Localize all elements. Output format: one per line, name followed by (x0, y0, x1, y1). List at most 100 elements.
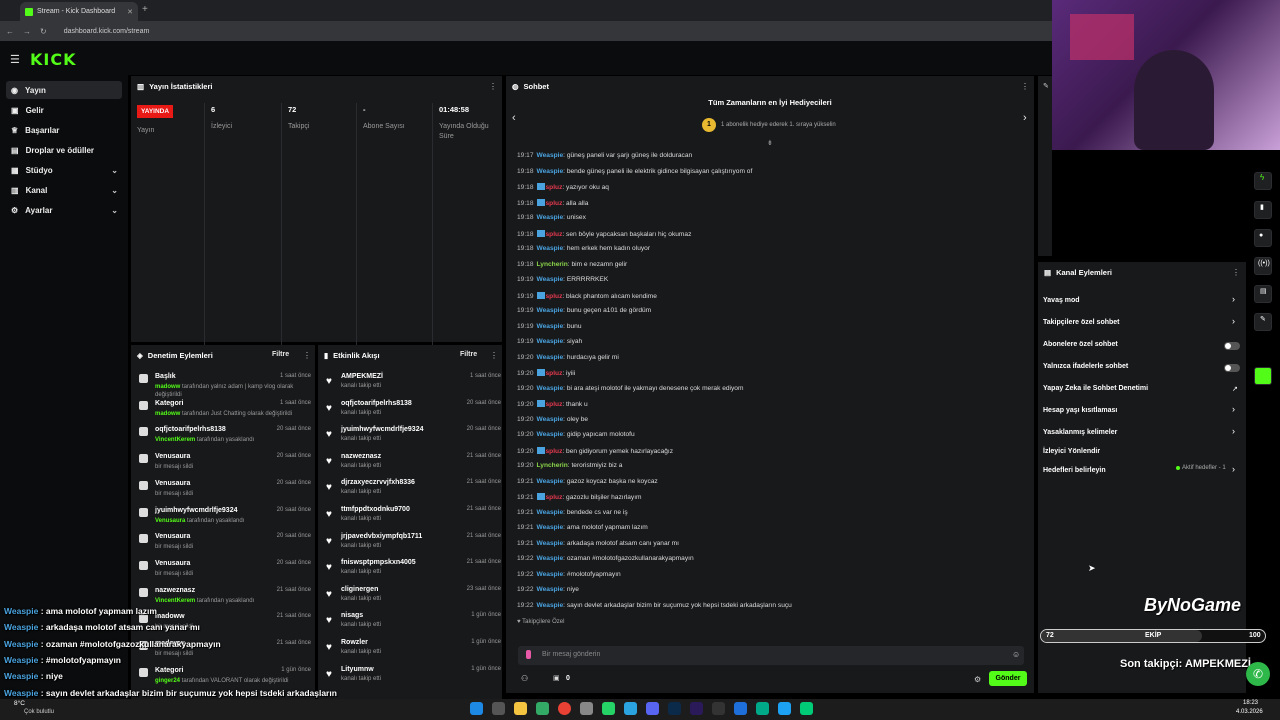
chat-username[interactable]: Weaspie (537, 524, 564, 531)
tool-wrench-button[interactable]: ✎ (1254, 313, 1272, 331)
vpn-icon[interactable] (756, 702, 769, 715)
forward-icon[interactable]: → (23, 27, 31, 36)
tool-lightning-button[interactable]: ϟ (1254, 172, 1272, 190)
close-tab-icon[interactable]: ✕ (127, 8, 133, 16)
points-icon[interactable]: ⚇ (521, 674, 528, 683)
chat-username[interactable]: Weaspie (537, 478, 564, 485)
more-options-icon[interactable]: ⋮ (489, 82, 497, 91)
chat-username[interactable]: Weaspie (537, 509, 564, 516)
chat-username[interactable]: spluz (546, 231, 563, 238)
chat-username[interactable]: Weaspie (537, 354, 564, 361)
chat-username[interactable]: Weaspie (537, 214, 564, 221)
reload-icon[interactable]: ↻ (40, 27, 47, 36)
chat-username[interactable]: spluz (546, 494, 563, 501)
chat-username[interactable]: spluz (546, 448, 563, 455)
windows-start-icon[interactable] (470, 702, 483, 715)
channel-action-3[interactable]: Yalnızca ifadelerle sohbet (1043, 363, 1128, 370)
chat-username[interactable]: Weaspie (537, 431, 564, 438)
new-tab-icon[interactable]: + (142, 4, 148, 15)
browser-tab[interactable]: Stream - Kick Dashboard ✕ (20, 2, 138, 21)
back-icon[interactable]: ← (6, 27, 14, 36)
mod-action-user[interactable]: ginger24 (155, 678, 180, 684)
kick-logo[interactable]: KICK (30, 50, 77, 69)
chat-username[interactable]: Weaspie (537, 276, 564, 283)
telegram-icon[interactable] (624, 702, 637, 715)
sidebar-item-basarilar[interactable]: ♕ Başarılar (6, 121, 122, 139)
sidebar-item-yayin[interactable]: ◉ Yayın (6, 81, 122, 99)
channel-action-0[interactable]: Yavaş mod (1043, 297, 1080, 304)
prev-arrow-icon[interactable]: ‹ (512, 112, 516, 124)
external-link-icon[interactable]: ↗ (1232, 385, 1238, 393)
more-options-icon[interactable]: ⋮ (303, 351, 311, 360)
chat-username[interactable]: Weaspie (537, 168, 564, 175)
chat-username[interactable]: Weaspie (537, 245, 564, 252)
chat-username[interactable]: Weaspie (537, 571, 564, 578)
channel-action-7[interactable]: İzleyici Yönlendir (1043, 448, 1100, 455)
sidebar-item-kanal[interactable]: ▥ Kanal ⌄ (6, 181, 122, 199)
mod-action-user[interactable]: Venusaura (155, 518, 185, 524)
tool-signal-button[interactable]: ((•)) (1254, 257, 1272, 275)
more-options-icon[interactable]: ⋮ (1232, 268, 1240, 277)
chat-username[interactable]: Weaspie (537, 307, 564, 314)
chat-username[interactable]: Weaspie (537, 555, 564, 562)
store-icon[interactable] (536, 702, 549, 715)
search-icon[interactable] (492, 702, 505, 715)
send-button[interactable]: Gönder (989, 671, 1027, 686)
activity-filter-button[interactable]: Filtre (460, 351, 477, 358)
settings-icon[interactable]: ⚙ (974, 675, 981, 684)
chat-input[interactable]: Bir mesaj gönderin ☺ (518, 646, 1024, 665)
chat-username[interactable]: Weaspie (537, 602, 564, 609)
chevron-right-icon[interactable]: › (1232, 316, 1235, 326)
microphone-icon[interactable] (526, 650, 531, 659)
sidebar-item-droplar[interactable]: ▤ Droplar ve ödüller (6, 141, 122, 159)
chat-username[interactable]: Lyncherin (537, 462, 568, 469)
wrench-icon[interactable]: ✎ (1043, 82, 1049, 90)
chevron-right-icon[interactable]: › (1232, 464, 1235, 474)
chat-username[interactable]: spluz (546, 184, 563, 191)
mod-action-user[interactable]: madoww (155, 411, 180, 417)
tool-kick-button[interactable] (1254, 367, 1272, 385)
app-icon[interactable] (580, 702, 593, 715)
chevron-right-icon[interactable]: › (1232, 294, 1235, 304)
channel-action-6[interactable]: Yasaklanmış kelimeler (1043, 429, 1117, 436)
chat-username[interactable]: Weaspie (537, 416, 564, 423)
sidebar-item-ayarlar[interactable]: ⚙ Ayarlar ⌄ (6, 201, 122, 219)
channel-action-4[interactable]: Yapay Zeka ile Sohbet Denetimi (1043, 385, 1148, 392)
app-icon[interactable] (734, 702, 747, 715)
chat-username[interactable]: spluz (546, 200, 563, 207)
chat-username[interactable]: Lyncherin (537, 261, 568, 268)
chat-username[interactable]: Weaspie (537, 540, 564, 547)
channel-action-5[interactable]: Hesap yaşı kısıtlaması (1043, 407, 1117, 414)
chrome-icon[interactable] (558, 702, 571, 715)
chat-username[interactable]: Weaspie (537, 152, 564, 159)
chat-username[interactable]: Weaspie (537, 323, 564, 330)
menu-icon[interactable]: ☰ (10, 53, 20, 66)
mod-action-user[interactable]: VincentKerem (155, 598, 195, 604)
toggle-switch[interactable] (1224, 342, 1240, 350)
premiere-icon[interactable] (690, 702, 703, 715)
tool-chat-button[interactable]: ● (1254, 229, 1272, 247)
sidebar-item-studyo[interactable]: ▦ Stüdyo ⌄ (6, 161, 122, 179)
channel-action-1[interactable]: Takipçilere özel sohbet (1043, 319, 1120, 326)
url-field[interactable]: dashboard.kick.com/stream (64, 28, 150, 35)
more-options-icon[interactable]: ⋮ (490, 351, 498, 360)
mod-filter-button[interactable]: Filtre (272, 351, 289, 358)
edge-icon[interactable] (800, 702, 813, 715)
chat-username[interactable]: spluz (546, 293, 563, 300)
chat-username[interactable]: spluz (546, 370, 563, 377)
tool-layout-button[interactable]: ▤ (1254, 285, 1272, 303)
next-arrow-icon[interactable]: › (1023, 112, 1027, 124)
whatsapp-app-icon[interactable] (602, 702, 615, 715)
chat-username[interactable]: Weaspie (537, 586, 564, 593)
file-explorer-icon[interactable] (514, 702, 527, 715)
toggle-switch[interactable] (1224, 364, 1240, 372)
obs-icon[interactable] (712, 702, 725, 715)
chevron-right-icon[interactable]: › (1232, 404, 1235, 414)
chevron-right-icon[interactable]: › (1232, 426, 1235, 436)
channel-action-8[interactable]: Hedefleri belirleyin (1043, 467, 1106, 474)
channel-action-2[interactable]: Abonelere özel sohbet (1043, 341, 1118, 348)
pin-icon[interactable]: ⇟ (767, 139, 773, 147)
mod-action-user[interactable]: VincentKerem (155, 437, 195, 443)
tool-clip-button[interactable]: ▮ (1254, 201, 1272, 219)
gift-icon[interactable]: ▣ (553, 674, 560, 682)
